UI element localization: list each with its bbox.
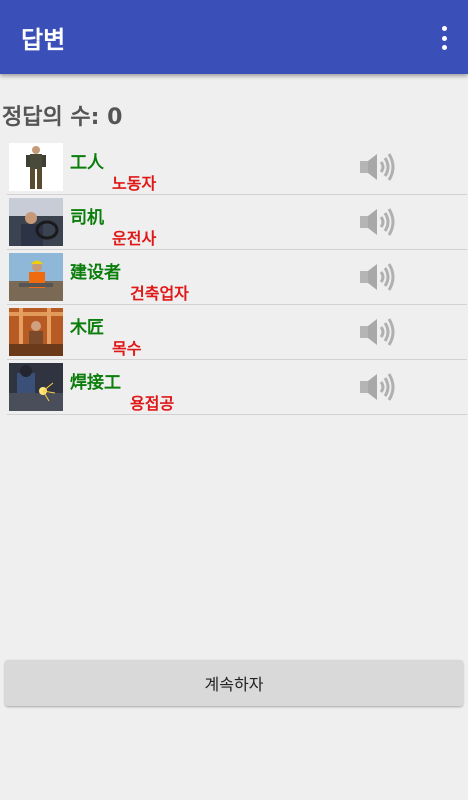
- continue-button[interactable]: 계속하자: [5, 660, 463, 706]
- list-item: 焊接工 용접공: [7, 360, 467, 415]
- korean-translation: 건축업자: [130, 284, 189, 303]
- builder-photo: [9, 253, 63, 301]
- app-bar: 답변: [0, 0, 468, 74]
- list-item: 司机 운전사: [7, 195, 467, 250]
- list-item: 木匠 목수: [7, 305, 467, 360]
- list-item: 工人 노동자: [7, 140, 467, 195]
- korean-translation: 목수: [112, 339, 142, 358]
- speaker-icon[interactable]: [359, 206, 399, 238]
- korean-translation: 용접공: [130, 394, 175, 413]
- speaker-icon[interactable]: [359, 371, 399, 403]
- chinese-word: 焊接工: [70, 373, 121, 393]
- worker-photo: [9, 143, 63, 191]
- carpenter-photo: [9, 308, 63, 356]
- more-options-icon[interactable]: [440, 26, 448, 50]
- chinese-word: 木匠: [70, 318, 104, 338]
- korean-translation: 노동자: [112, 174, 157, 193]
- score-label: 정답의 수: 0: [2, 105, 123, 130]
- welder-photo: [9, 363, 63, 411]
- chinese-word: 工人: [70, 153, 104, 173]
- speaker-icon[interactable]: [359, 151, 399, 183]
- speaker-icon[interactable]: [359, 316, 399, 348]
- chinese-word: 建设者: [70, 263, 121, 283]
- chinese-word: 司机: [70, 208, 104, 228]
- speaker-icon[interactable]: [359, 261, 399, 293]
- korean-translation: 운전사: [112, 229, 157, 248]
- answer-list: 工人 노동자 司机 운전사 建设者 건축업자 木匠 목수 焊接工 용접공: [7, 140, 467, 415]
- list-item: 建设者 건축업자: [7, 250, 467, 305]
- app-bar-title: 답변: [21, 26, 66, 54]
- driver-photo: [9, 198, 63, 246]
